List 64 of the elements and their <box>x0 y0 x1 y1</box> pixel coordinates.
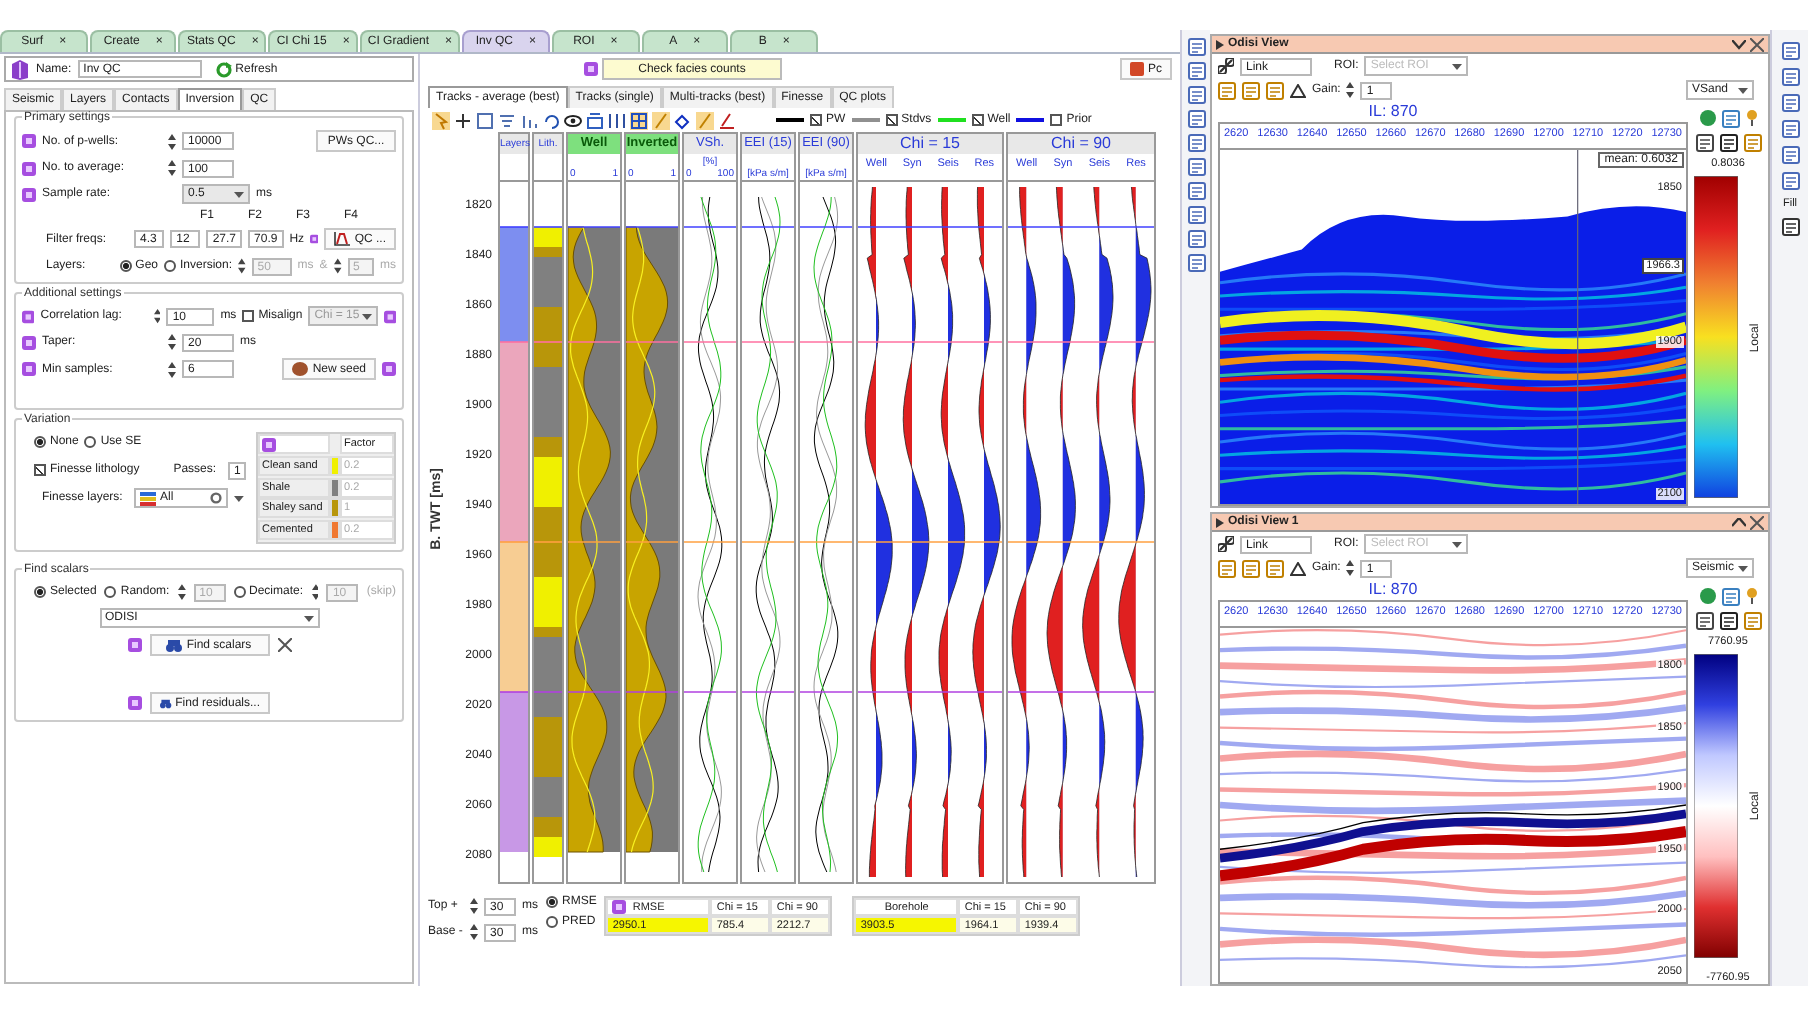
binoculars-icon <box>160 697 172 709</box>
caret-icon[interactable] <box>1452 541 1463 547</box>
spinner-icon[interactable] <box>1346 82 1355 98</box>
link-icon[interactable] <box>1218 58 1234 74</box>
seed-icon <box>292 362 309 376</box>
spinner-icon[interactable] <box>177 584 186 600</box>
caret-icon[interactable] <box>1738 87 1748 93</box>
spinner-icon[interactable] <box>333 258 342 274</box>
zoom-box-icon[interactable] <box>476 111 494 129</box>
marker-icon[interactable] <box>696 111 714 129</box>
spinner-icon[interactable] <box>470 898 478 914</box>
spinner-icon[interactable] <box>311 584 319 600</box>
pen-icon[interactable] <box>718 111 736 129</box>
chevron-up-icon[interactable] <box>1732 517 1746 527</box>
caret-icon[interactable] <box>234 191 244 197</box>
close-icon[interactable] <box>1750 37 1764 51</box>
filter-icon[interactable] <box>498 111 516 129</box>
track-title: Chi = 90 <box>1008 134 1154 154</box>
crosshair-icon[interactable] <box>454 111 472 129</box>
section-title: IL: 870 <box>1366 580 1420 600</box>
expand-arrow-icon[interactable] <box>1216 517 1224 527</box>
spinner-icon[interactable] <box>168 160 176 176</box>
spinner-icon[interactable] <box>238 258 246 274</box>
caret-icon[interactable] <box>1738 565 1748 571</box>
book-icon[interactable] <box>10 59 30 79</box>
parameter-icon[interactable] <box>310 232 319 246</box>
parameter-icon[interactable] <box>262 437 276 451</box>
caret-icon[interactable] <box>303 615 313 621</box>
delta-icon[interactable] <box>1290 561 1306 575</box>
close-icon[interactable] <box>277 638 291 652</box>
globe-icon[interactable] <box>1699 110 1715 126</box>
parameter-icon[interactable] <box>128 696 142 710</box>
spinner-icon[interactable] <box>153 308 161 324</box>
expand-arrow-icon[interactable] <box>1216 39 1224 49</box>
spinner-icon[interactable] <box>168 133 176 149</box>
parameter-icon[interactable] <box>382 362 396 376</box>
spinner-icon[interactable] <box>1346 560 1355 576</box>
track-title: Chi = 15 <box>858 134 1002 154</box>
close-icon[interactable] <box>1750 515 1764 529</box>
slide-icon <box>1129 62 1144 76</box>
caret-icon[interactable] <box>234 495 244 501</box>
bars-icon[interactable] <box>520 111 538 129</box>
parameter-icon[interactable] <box>127 638 141 652</box>
link-icon[interactable] <box>1218 536 1234 552</box>
spinner-icon[interactable] <box>470 924 478 940</box>
binoculars-icon <box>166 639 183 651</box>
gear-icon[interactable] <box>210 492 223 504</box>
undo-icon[interactable] <box>542 111 560 129</box>
eye-icon[interactable] <box>564 111 582 129</box>
chart-icon <box>334 232 351 246</box>
globe-icon[interactable] <box>1699 588 1715 604</box>
parameter-icon[interactable] <box>383 309 396 323</box>
spinner-icon[interactable] <box>168 361 176 377</box>
caret-icon[interactable] <box>361 313 372 319</box>
pin-icon[interactable] <box>1745 110 1757 126</box>
pin-icon[interactable] <box>1745 588 1757 604</box>
parameter-icon[interactable] <box>584 62 598 76</box>
section-title: IL: 870 <box>1366 102 1420 122</box>
caret-icon[interactable] <box>1452 63 1463 69</box>
parameter-icon[interactable] <box>612 900 627 914</box>
delta-icon[interactable] <box>1290 83 1306 97</box>
refresh-icon[interactable] <box>215 61 232 77</box>
spinner-icon[interactable] <box>168 334 176 350</box>
chevron-down-icon[interactable] <box>1732 39 1746 49</box>
